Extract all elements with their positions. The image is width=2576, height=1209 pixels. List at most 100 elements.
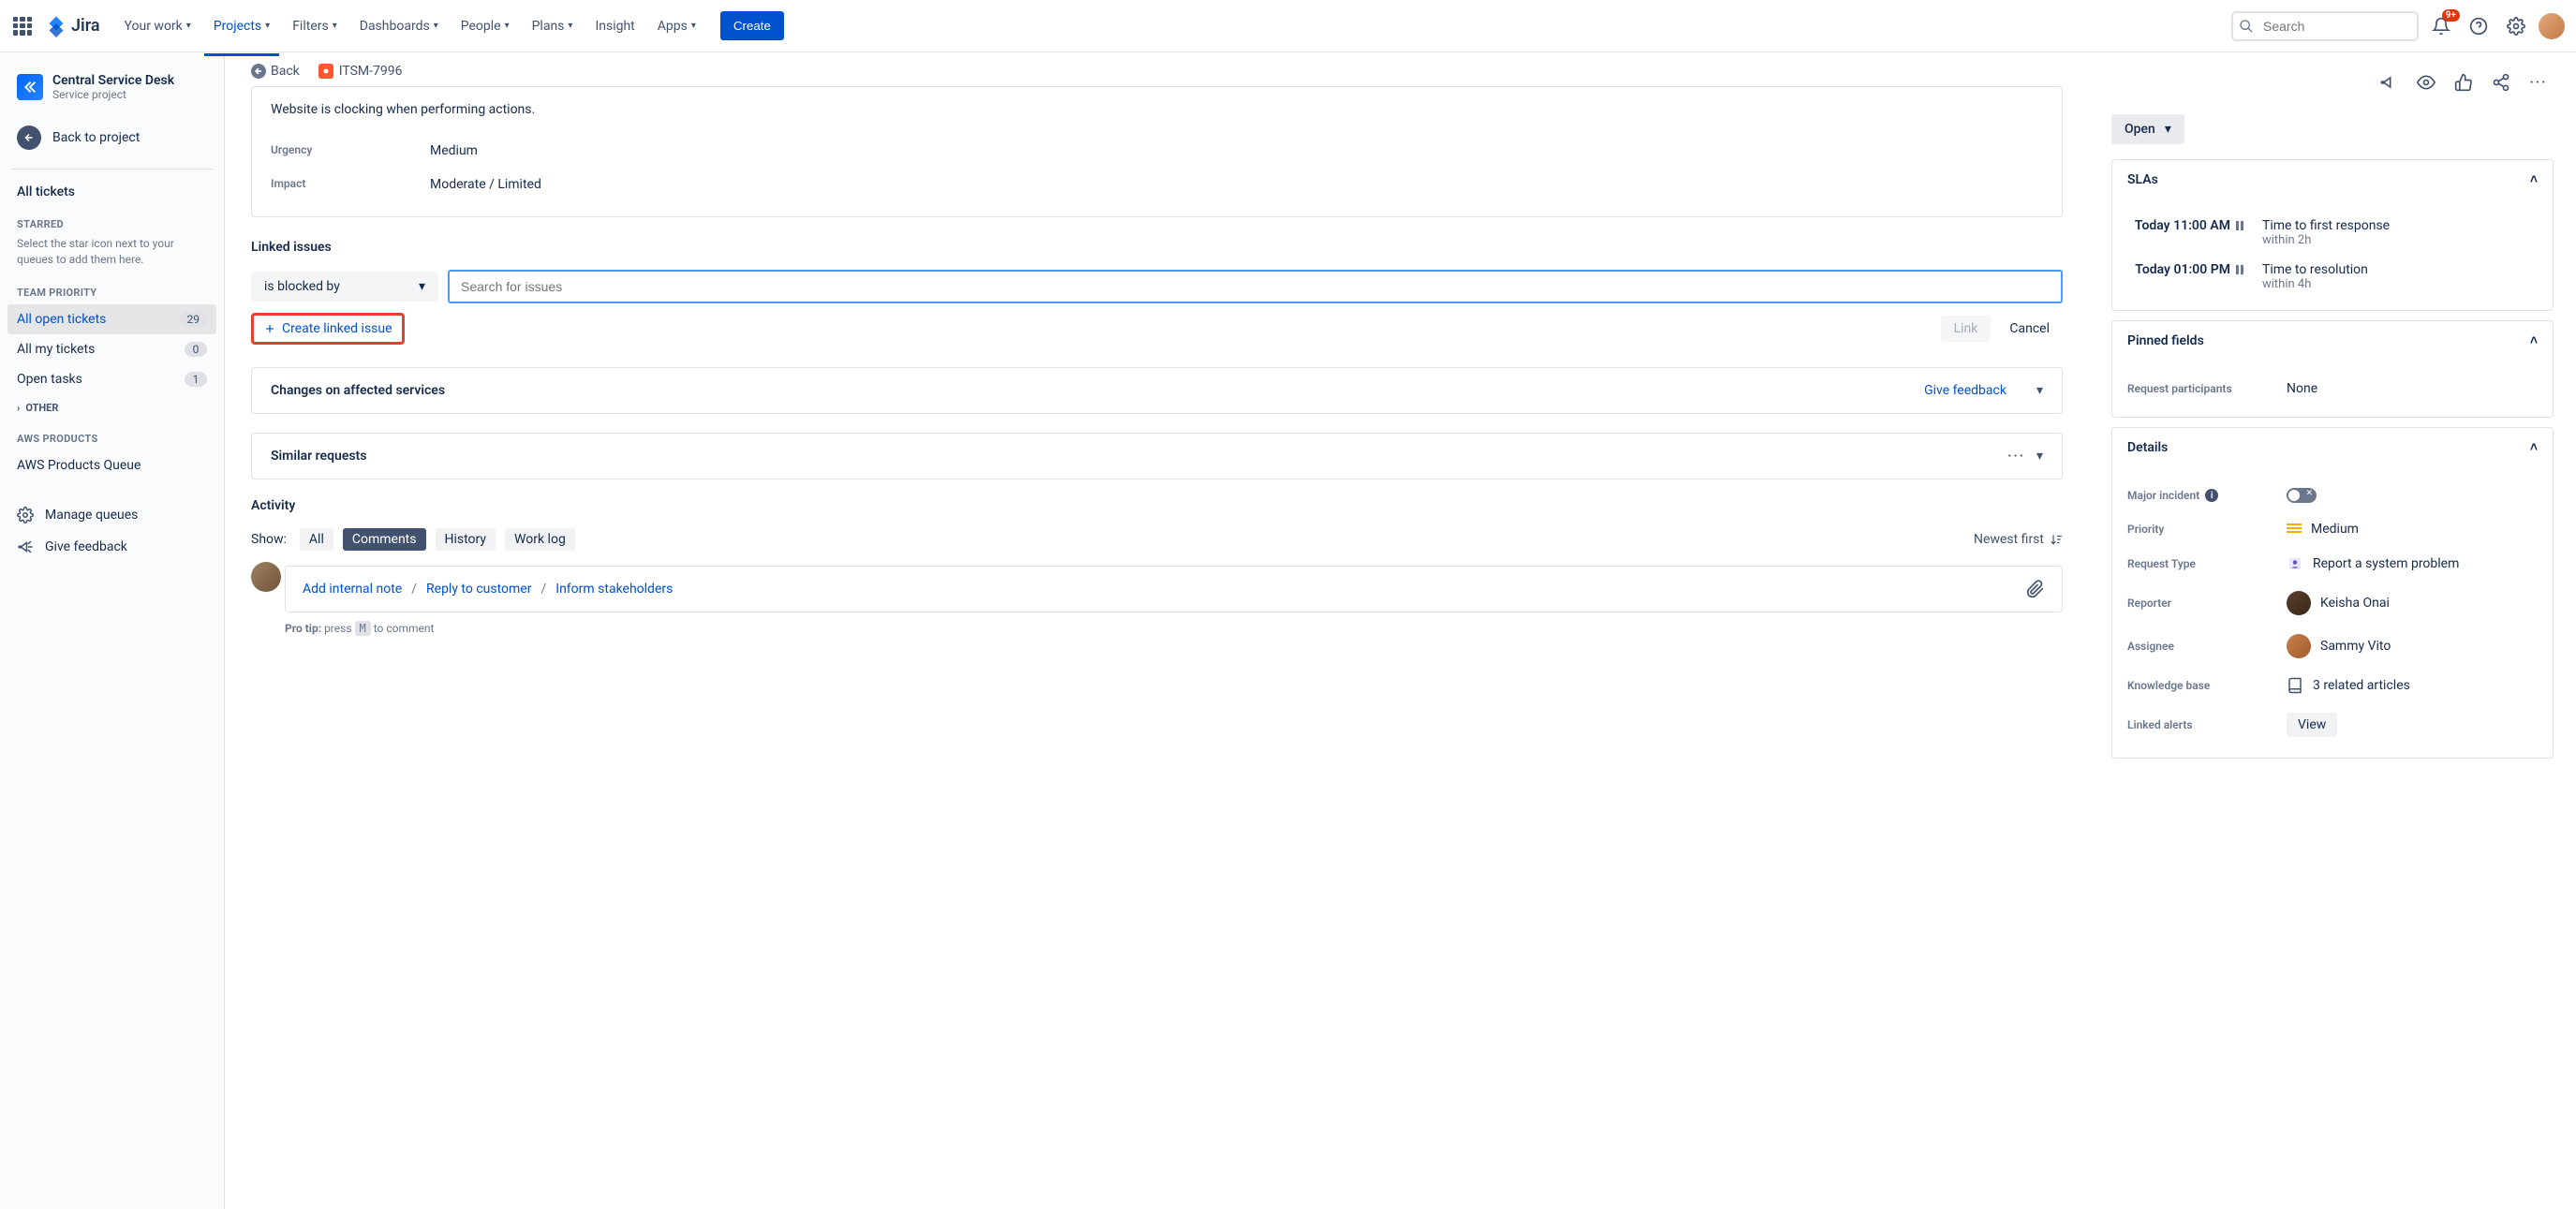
request-type-label: Request Type	[2127, 557, 2287, 570]
chevron-down-icon: ▾	[505, 21, 510, 31]
current-user-avatar	[251, 562, 281, 592]
tab-all[interactable]: All	[300, 528, 333, 551]
chevron-right-icon: ›	[17, 402, 20, 414]
pause-icon	[2236, 221, 2249, 230]
notifications-button[interactable]: 9+	[2426, 11, 2456, 41]
priority-value[interactable]: Medium	[2287, 522, 2359, 537]
tab-work-log[interactable]: Work log	[505, 528, 575, 551]
back-arrow-icon	[17, 125, 41, 150]
global-search	[2231, 11, 2419, 41]
assignee-value[interactable]: Sammy Vito	[2287, 634, 2391, 658]
nav-filters[interactable]: Filters▾	[283, 11, 347, 41]
reporter-value[interactable]: Keisha Onai	[2287, 591, 2390, 615]
sort-button[interactable]: Newest first	[1974, 532, 2063, 547]
slas-card: SLAs ˄ Today 11:00 AM Time to first resp…	[2111, 159, 2554, 311]
create-button[interactable]: Create	[720, 11, 784, 40]
starred-hint: Select the star icon next to your queues…	[7, 236, 216, 275]
plus-icon	[263, 322, 276, 335]
slas-header[interactable]: SLAs ˄	[2112, 160, 2553, 199]
chevron-down-icon: ▾	[186, 21, 191, 31]
megaphone-icon	[17, 538, 34, 555]
nav-insight[interactable]: Insight	[585, 11, 644, 41]
chevron-down-icon: ▾	[265, 21, 270, 31]
reply-to-customer[interactable]: Reply to customer	[426, 582, 531, 597]
major-incident-toggle[interactable]	[2287, 488, 2317, 503]
chevron-down-icon: ▾	[568, 21, 572, 31]
book-icon	[2287, 677, 2303, 694]
chevron-down-icon[interactable]: ▾	[2036, 449, 2043, 464]
app-switcher-icon[interactable]	[11, 15, 34, 37]
nav-plans[interactable]: Plans▾	[523, 11, 583, 41]
similar-requests-panel[interactable]: Similar requests ··· ▾	[251, 433, 2063, 479]
link-type-select[interactable]: is blocked by ▾	[251, 272, 438, 302]
more-actions-icon[interactable]: ···	[2524, 67, 2554, 97]
give-feedback[interactable]: Give feedback	[7, 531, 216, 563]
sla-row: Today 11:00 AM Time to first response wi…	[2127, 211, 2538, 255]
queue-all-open-tickets[interactable]: All open tickets29	[7, 304, 216, 334]
queue-count: 29	[180, 312, 208, 327]
impact-value: Moderate / Limited	[430, 177, 541, 192]
details-sidebar: ··· Open ▾ SLAs ˄ Today 11:00 AM	[2089, 52, 2576, 1209]
pause-icon	[2236, 265, 2249, 274]
chevron-up-icon: ˄	[2530, 332, 2538, 348]
profile-avatar[interactable]	[2539, 13, 2565, 39]
nav-people[interactable]: People▾	[452, 11, 519, 41]
reporter-label: Reporter	[2127, 597, 2287, 610]
queue-open-tasks[interactable]: Open tasks1	[7, 364, 216, 394]
queue-aws-products[interactable]: AWS Products Queue	[7, 450, 216, 480]
like-icon[interactable]	[2449, 67, 2479, 97]
breadcrumb-issue-key[interactable]: ITSM-7996	[318, 64, 403, 79]
share-icon[interactable]	[2486, 67, 2516, 97]
team-priority-label: TEAM PRIORITY	[7, 275, 216, 304]
issue-description: Website is clocking when performing acti…	[271, 102, 2043, 117]
chevron-down-icon[interactable]: ▾	[2036, 383, 2043, 398]
queue-all-my-tickets[interactable]: All my tickets0	[7, 334, 216, 364]
back-to-project[interactable]: Back to project	[7, 118, 216, 157]
add-internal-note[interactable]: Add internal note	[303, 582, 402, 597]
nav-apps[interactable]: Apps▾	[648, 11, 705, 41]
more-icon[interactable]: ···	[2007, 449, 2025, 464]
create-linked-issue-button[interactable]: Create linked issue	[251, 313, 405, 345]
jira-logo[interactable]: Jira	[45, 15, 100, 37]
cancel-button[interactable]: Cancel	[1996, 316, 2063, 342]
gear-icon	[17, 507, 34, 523]
priority-medium-icon	[2287, 523, 2302, 535]
link-button[interactable]: Link	[1941, 316, 1991, 342]
comment-input[interactable]: Add internal note / Reply to customer / …	[285, 566, 2063, 612]
priority-label: Priority	[2127, 523, 2287, 536]
changes-panel[interactable]: Changes on affected services Give feedba…	[251, 367, 2063, 414]
search-icon	[2239, 19, 2254, 34]
help-button[interactable]	[2464, 11, 2494, 41]
other-section[interactable]: ›OTHER	[7, 394, 216, 421]
watch-icon[interactable]	[2411, 67, 2441, 97]
chevron-down-icon: ▾	[2165, 122, 2171, 137]
impact-label: Impact	[271, 177, 430, 192]
knowledge-base-value[interactable]: 3 related articles	[2287, 677, 2410, 694]
status-dropdown[interactable]: Open ▾	[2111, 114, 2184, 144]
nav-projects[interactable]: Projects▾	[204, 11, 279, 41]
settings-button[interactable]	[2501, 11, 2531, 41]
search-issues-input[interactable]	[448, 270, 2063, 303]
pinned-header[interactable]: Pinned fields ˄	[2112, 321, 2553, 361]
search-input[interactable]	[2231, 11, 2419, 41]
inform-stakeholders[interactable]: Inform stakeholders	[555, 582, 673, 597]
manage-queues[interactable]: Manage queues	[7, 499, 216, 531]
details-header[interactable]: Details ˄	[2112, 428, 2553, 467]
view-alerts-button[interactable]: View	[2287, 713, 2337, 737]
activity-heading: Activity	[251, 498, 2063, 513]
urgency-value: Medium	[430, 143, 478, 158]
sla-row: Today 01:00 PM Time to resolution within…	[2127, 255, 2538, 299]
request-type-value[interactable]: Report a system problem	[2287, 555, 2459, 572]
request-participants-value[interactable]: None	[2287, 381, 2317, 396]
breadcrumb-back[interactable]: Back	[251, 64, 300, 79]
tab-comments[interactable]: Comments	[343, 528, 426, 551]
nav-dashboards[interactable]: Dashboards▾	[350, 11, 448, 41]
feedback-icon[interactable]	[2374, 67, 2404, 97]
info-icon[interactable]: i	[2205, 489, 2218, 502]
nav-your-work[interactable]: Your work▾	[115, 11, 200, 41]
give-feedback-link[interactable]: Give feedback	[1924, 383, 2006, 398]
sidebar-all-tickets[interactable]: All tickets	[7, 177, 216, 207]
project-header[interactable]: Central Service Desk Service project	[7, 67, 216, 107]
attachment-icon[interactable]	[2026, 580, 2045, 598]
tab-history[interactable]: History	[436, 528, 496, 551]
